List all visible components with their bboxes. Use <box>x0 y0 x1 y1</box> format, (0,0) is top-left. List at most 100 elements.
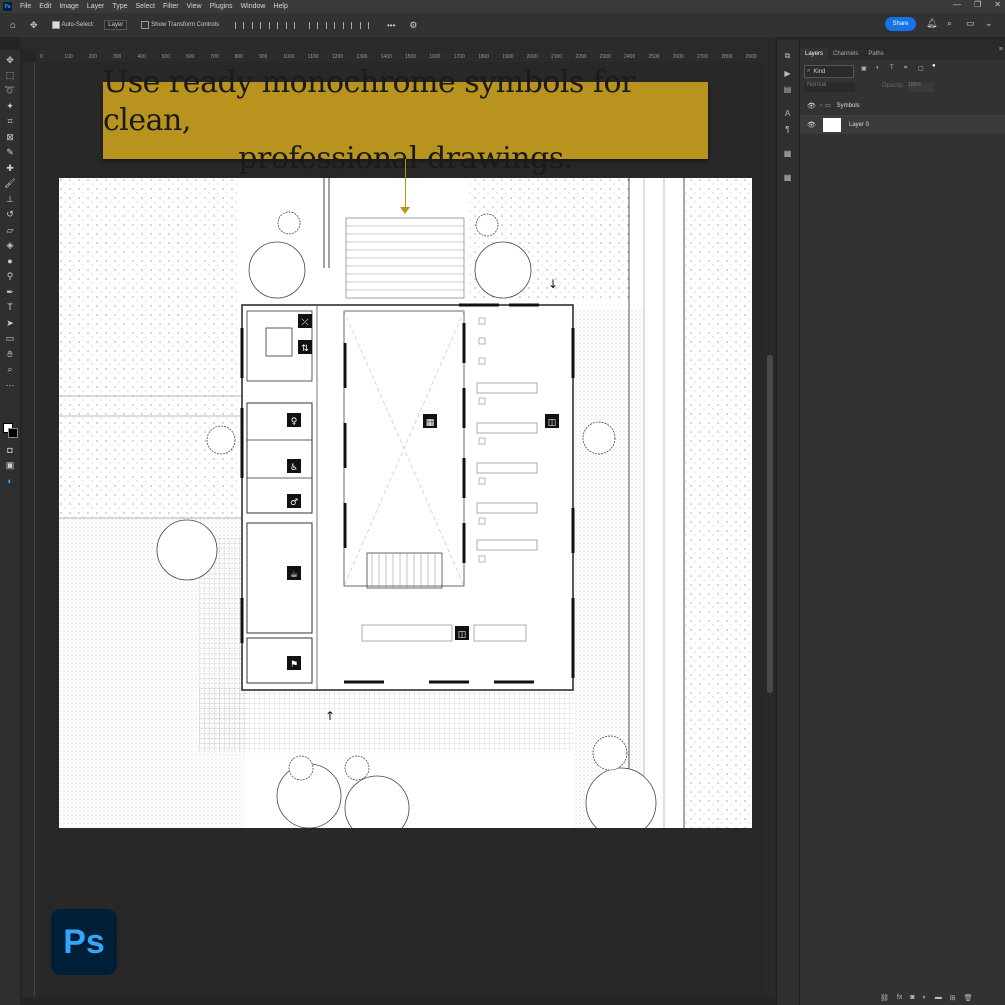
eraser-icon[interactable]: ▱ <box>4 224 16 236</box>
paint-bucket-icon[interactable]: ◈ <box>4 239 16 251</box>
properties-icon[interactable]: ▦ <box>782 172 793 183</box>
edit-toolbar-icon[interactable]: ◐ <box>4 475 16 487</box>
background-color-swatch[interactable] <box>8 428 18 438</box>
panel-dock: ⧉ ▶ ▤ A ¶ ▦ ▦ <box>776 40 799 1005</box>
layer-row-symbols[interactable]: 👁︎ › ▭ Symbols <box>800 96 1005 115</box>
link-icon[interactable]: ⛓︎ <box>880 994 889 1002</box>
filter-shape-icon[interactable]: ⌗ <box>904 65 907 72</box>
crop-icon[interactable]: ⌗ <box>4 115 16 127</box>
menu-view[interactable]: View <box>183 3 206 10</box>
character-icon[interactable]: A <box>782 108 793 119</box>
filter-smart-object-icon[interactable]: ▢ <box>918 65 924 72</box>
tab-paths[interactable]: Paths <box>863 48 888 60</box>
home-icon[interactable]: ⌂ <box>10 20 16 31</box>
menu-select[interactable]: Select <box>132 3 159 10</box>
rectangle-icon[interactable]: ▭ <box>4 332 16 344</box>
healing-brush-icon[interactable]: ✚ <box>4 162 16 174</box>
chevron-right-icon[interactable]: › <box>820 103 822 109</box>
more-options-button[interactable]: ••• <box>387 21 395 30</box>
menu-image[interactable]: Image <box>55 3 82 10</box>
menu-type[interactable]: Type <box>108 3 131 10</box>
move-icon[interactable]: ✥ <box>4 54 16 66</box>
marquee-icon[interactable]: ⬚ <box>4 69 16 81</box>
eyedropper-icon[interactable]: ✎ <box>4 146 16 158</box>
transform-controls-checkbox[interactable]: Show Transform Controls <box>141 21 219 29</box>
more-tools-icon[interactable]: ⋯ <box>4 379 16 391</box>
libraries-icon[interactable]: ▦ <box>782 148 793 159</box>
lasso-icon[interactable]: ➰ <box>4 84 16 96</box>
auto-select-dropdown[interactable]: Layer <box>104 20 128 30</box>
align-bottom-icon[interactable] <box>343 21 352 29</box>
workspace-dropdown-icon[interactable]: ⌄ <box>985 18 993 29</box>
magic-wand-icon[interactable]: ✦ <box>4 100 16 112</box>
filter-pixel-icon[interactable]: ▣ <box>861 65 867 72</box>
history-icon[interactable]: ⧉ <box>782 50 793 61</box>
visibility-eye-icon[interactable]: 👁︎ <box>807 121 816 129</box>
ruler-tick-label: 1000 <box>283 54 295 60</box>
paragraph-icon[interactable]: ¶ <box>782 124 793 135</box>
trash-icon[interactable]: 🗑︎ <box>964 994 973 1002</box>
dodge-icon[interactable]: ⚲ <box>4 270 16 282</box>
blend-mode-dropdown[interactable]: Normal <box>804 82 855 92</box>
opacity-field[interactable]: 100% <box>908 82 934 92</box>
menu-plugins[interactable]: Plugins <box>206 3 237 10</box>
search-icon[interactable]: ⌕ <box>947 18 952 29</box>
panel-menu-icon[interactable]: ≡ <box>999 46 1003 53</box>
menu-layer[interactable]: Layer <box>83 3 109 10</box>
close-button[interactable]: ✕ <box>994 0 1001 9</box>
layer-filter-dropdown[interactable]: ⌕ Kind <box>804 65 854 78</box>
align-top-icon[interactable] <box>309 21 318 29</box>
brush-icon[interactable]: 🖌︎ <box>4 177 16 189</box>
menu-filter[interactable]: Filter <box>159 3 183 10</box>
ruler-tick-label: 2900 <box>745 54 757 60</box>
screen-mode-icon[interactable]: ▣ <box>4 459 16 471</box>
svg-text:♂: ♂ <box>290 498 298 508</box>
distribute-icon[interactable] <box>286 21 295 29</box>
minimize-button[interactable]: — <box>953 0 961 9</box>
restore-button[interactable]: ❐ <box>974 0 981 9</box>
align-middle-icon[interactable] <box>326 21 335 29</box>
ruler-tick-label: 2100 <box>551 54 563 60</box>
filter-adjustment-icon[interactable]: ◐ <box>876 65 880 71</box>
fx-icon[interactable]: fx <box>897 994 902 1002</box>
move-tool-icon[interactable]: ✥ <box>30 20 38 31</box>
type-icon[interactable]: T <box>4 301 16 313</box>
path-selection-icon[interactable]: ➤ <box>4 317 16 329</box>
filter-type-icon[interactable]: T <box>890 65 894 71</box>
distribute-vertical-icon[interactable] <box>360 21 369 29</box>
stamp-icon[interactable]: ⊥ <box>4 193 16 205</box>
share-button[interactable]: Share <box>885 17 916 31</box>
menu-help[interactable]: Help <box>269 3 291 10</box>
auto-select-checkbox[interactable]: Auto-Select: <box>51 21 94 29</box>
visibility-eye-icon[interactable]: 👁︎ <box>807 102 816 110</box>
history-brush-icon[interactable]: ↺ <box>4 208 16 220</box>
new-group-folder-icon[interactable]: ▬ <box>935 994 942 1002</box>
menu-file[interactable]: File <box>16 3 35 10</box>
bell-icon[interactable]: 🔔︎ <box>926 18 937 29</box>
play-icon[interactable]: ▶ <box>782 68 793 79</box>
document-canvas[interactable]: ↓ ↑ ⤫ ⇅ ♀ ♿︎ ♂ ☕︎ ⚑ ▦ ◫ ◫ <box>59 178 752 828</box>
gear-icon[interactable]: ⚙ <box>409 20 417 31</box>
zoom-icon[interactable]: ⌕ <box>4 363 16 375</box>
adjustment-icon[interactable]: ◐ <box>923 994 927 1002</box>
comment-icon[interactable]: ▤ <box>782 84 793 95</box>
photoshop-mini-logo[interactable]: Ps <box>3 2 12 11</box>
menu-window[interactable]: Window <box>237 3 270 10</box>
align-right-icon[interactable] <box>269 21 278 29</box>
pen-icon[interactable]: ✒ <box>4 286 16 298</box>
tab-layers[interactable]: Layers <box>800 48 829 60</box>
filter-toggle-icon[interactable]: ● <box>932 63 936 69</box>
tab-channels[interactable]: Channels <box>828 48 863 60</box>
quick-mask-icon[interactable]: ◘ <box>4 444 16 456</box>
blur-icon[interactable]: ● <box>4 255 16 267</box>
hand-icon[interactable]: ✋︎ <box>4 348 16 360</box>
layer-row-layer-0[interactable]: 👁︎ Layer 0 <box>800 115 1005 134</box>
new-layer-icon[interactable]: ⊞ <box>950 994 956 1002</box>
workspace-icon[interactable]: ▭ <box>966 18 975 29</box>
menu-edit[interactable]: Edit <box>35 3 55 10</box>
align-left-icon[interactable] <box>235 21 244 29</box>
frame-icon[interactable]: ⊠ <box>4 131 16 143</box>
align-center-icon[interactable] <box>252 21 261 29</box>
mask-icon[interactable]: ◙ <box>910 994 914 1002</box>
scrollbar-thumb[interactable] <box>767 355 773 693</box>
